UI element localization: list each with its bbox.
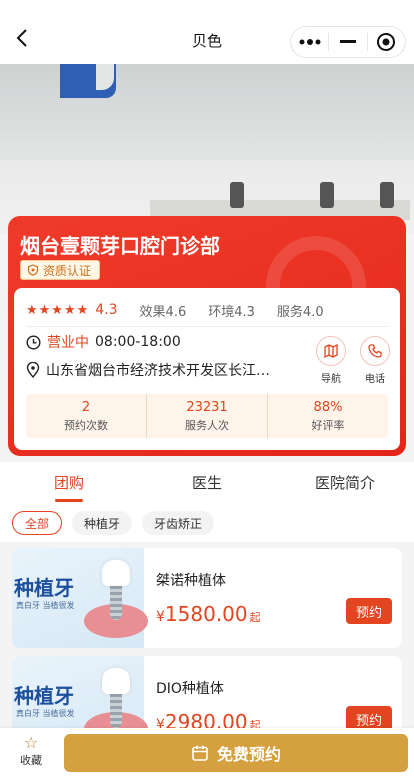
stat-served: 23231 服务人次: [146, 394, 267, 438]
address-text: 山东省烟台市经济技术开发区长江…: [46, 363, 270, 379]
tab-group-buy[interactable]: 团购: [0, 462, 138, 504]
certification-badge[interactable]: 资质认证: [20, 260, 101, 280]
tab-hospital-intro[interactable]: 医院简介: [276, 462, 414, 504]
location-pin-icon: [26, 362, 40, 378]
stats-bar: 2 预约次数 23231 服务人次 88% 好评率: [26, 394, 388, 438]
hours-text: 08:00-18:00: [95, 334, 181, 350]
mini-program-capsule: [290, 26, 406, 58]
favorite-label: 收藏: [20, 754, 42, 767]
category-chips: 全部 种植牙 牙齿矫正: [0, 504, 414, 542]
environment-score: 环境4.3: [208, 304, 255, 320]
shield-icon: [27, 264, 39, 276]
rating-row: ★★★★★ 4.3 效果4.6 环境4.3 服务4.0: [26, 298, 388, 322]
tab-doctors[interactable]: 医生: [138, 462, 276, 504]
product-name: DIO种植体: [156, 681, 224, 697]
phone-icon: [368, 344, 382, 358]
chip-all[interactable]: 全部: [12, 511, 63, 535]
stat-positive-rate: 88% 好评率: [267, 394, 388, 438]
star-icon: ☆: [23, 733, 39, 752]
bottom-action-bar: ☆ 收藏 免费预约: [0, 728, 414, 780]
free-booking-label: 免费预约: [216, 745, 281, 764]
phone-button[interactable]: 电话: [358, 336, 392, 385]
clinic-photo: [0, 64, 414, 234]
chip-implant[interactable]: 种植牙: [72, 511, 133, 535]
clock-icon: [26, 334, 41, 350]
cert-label: 资质认证: [43, 263, 92, 278]
clinic-name: 烟台壹颗芽口腔门诊部: [20, 234, 220, 258]
rating-score: 4.3: [95, 302, 118, 318]
navigate-button[interactable]: 导航: [314, 336, 348, 385]
clinic-info-card: 烟台壹颗芽口腔门诊部 资质认证 ★★★★★ 4.3 效果4.6 环境4.3 服务…: [8, 216, 406, 456]
stat-appointments: 2 预约次数: [64, 400, 108, 432]
product-name: 桀诺种植体: [156, 573, 226, 589]
phone-label: 电话: [365, 374, 385, 385]
top-nav-bar: 贝色: [0, 0, 414, 64]
minimize-icon[interactable]: [329, 27, 366, 57]
chip-orthodontics[interactable]: 牙齿矫正: [142, 511, 215, 535]
address-row[interactable]: 山东省烟台市经济技术开发区长江…: [26, 360, 270, 380]
service-score: 服务4.0: [276, 304, 324, 320]
free-booking-button[interactable]: 免费预约: [64, 734, 408, 772]
content-tabs: 团购 医生 医院简介: [0, 462, 414, 504]
favorite-button[interactable]: ☆ 收藏: [10, 734, 52, 768]
close-target-icon[interactable]: [368, 27, 405, 57]
more-icon[interactable]: [291, 27, 328, 57]
navigate-label: 导航: [321, 374, 341, 385]
product-image: 种植牙 真白牙 当植很发: [12, 548, 148, 648]
map-icon: [324, 344, 338, 358]
clinic-detail-panel: ★★★★★ 4.3 效果4.6 环境4.3 服务4.0 营业中 08:00-18…: [14, 288, 400, 450]
book-button[interactable]: 预约: [346, 598, 392, 624]
product-card[interactable]: 种植牙 真白牙 当植很发 桀诺种植体 ¥1580.00 起 预约: [12, 548, 402, 648]
rating-stars: ★★★★★: [26, 302, 90, 318]
calendar-icon: [192, 745, 208, 761]
effect-score: 效果4.6: [139, 304, 187, 320]
product-price: ¥1580.00 起: [156, 602, 261, 626]
business-hours: 营业中 08:00-18:00: [26, 332, 181, 352]
open-status: 营业中: [47, 335, 89, 351]
